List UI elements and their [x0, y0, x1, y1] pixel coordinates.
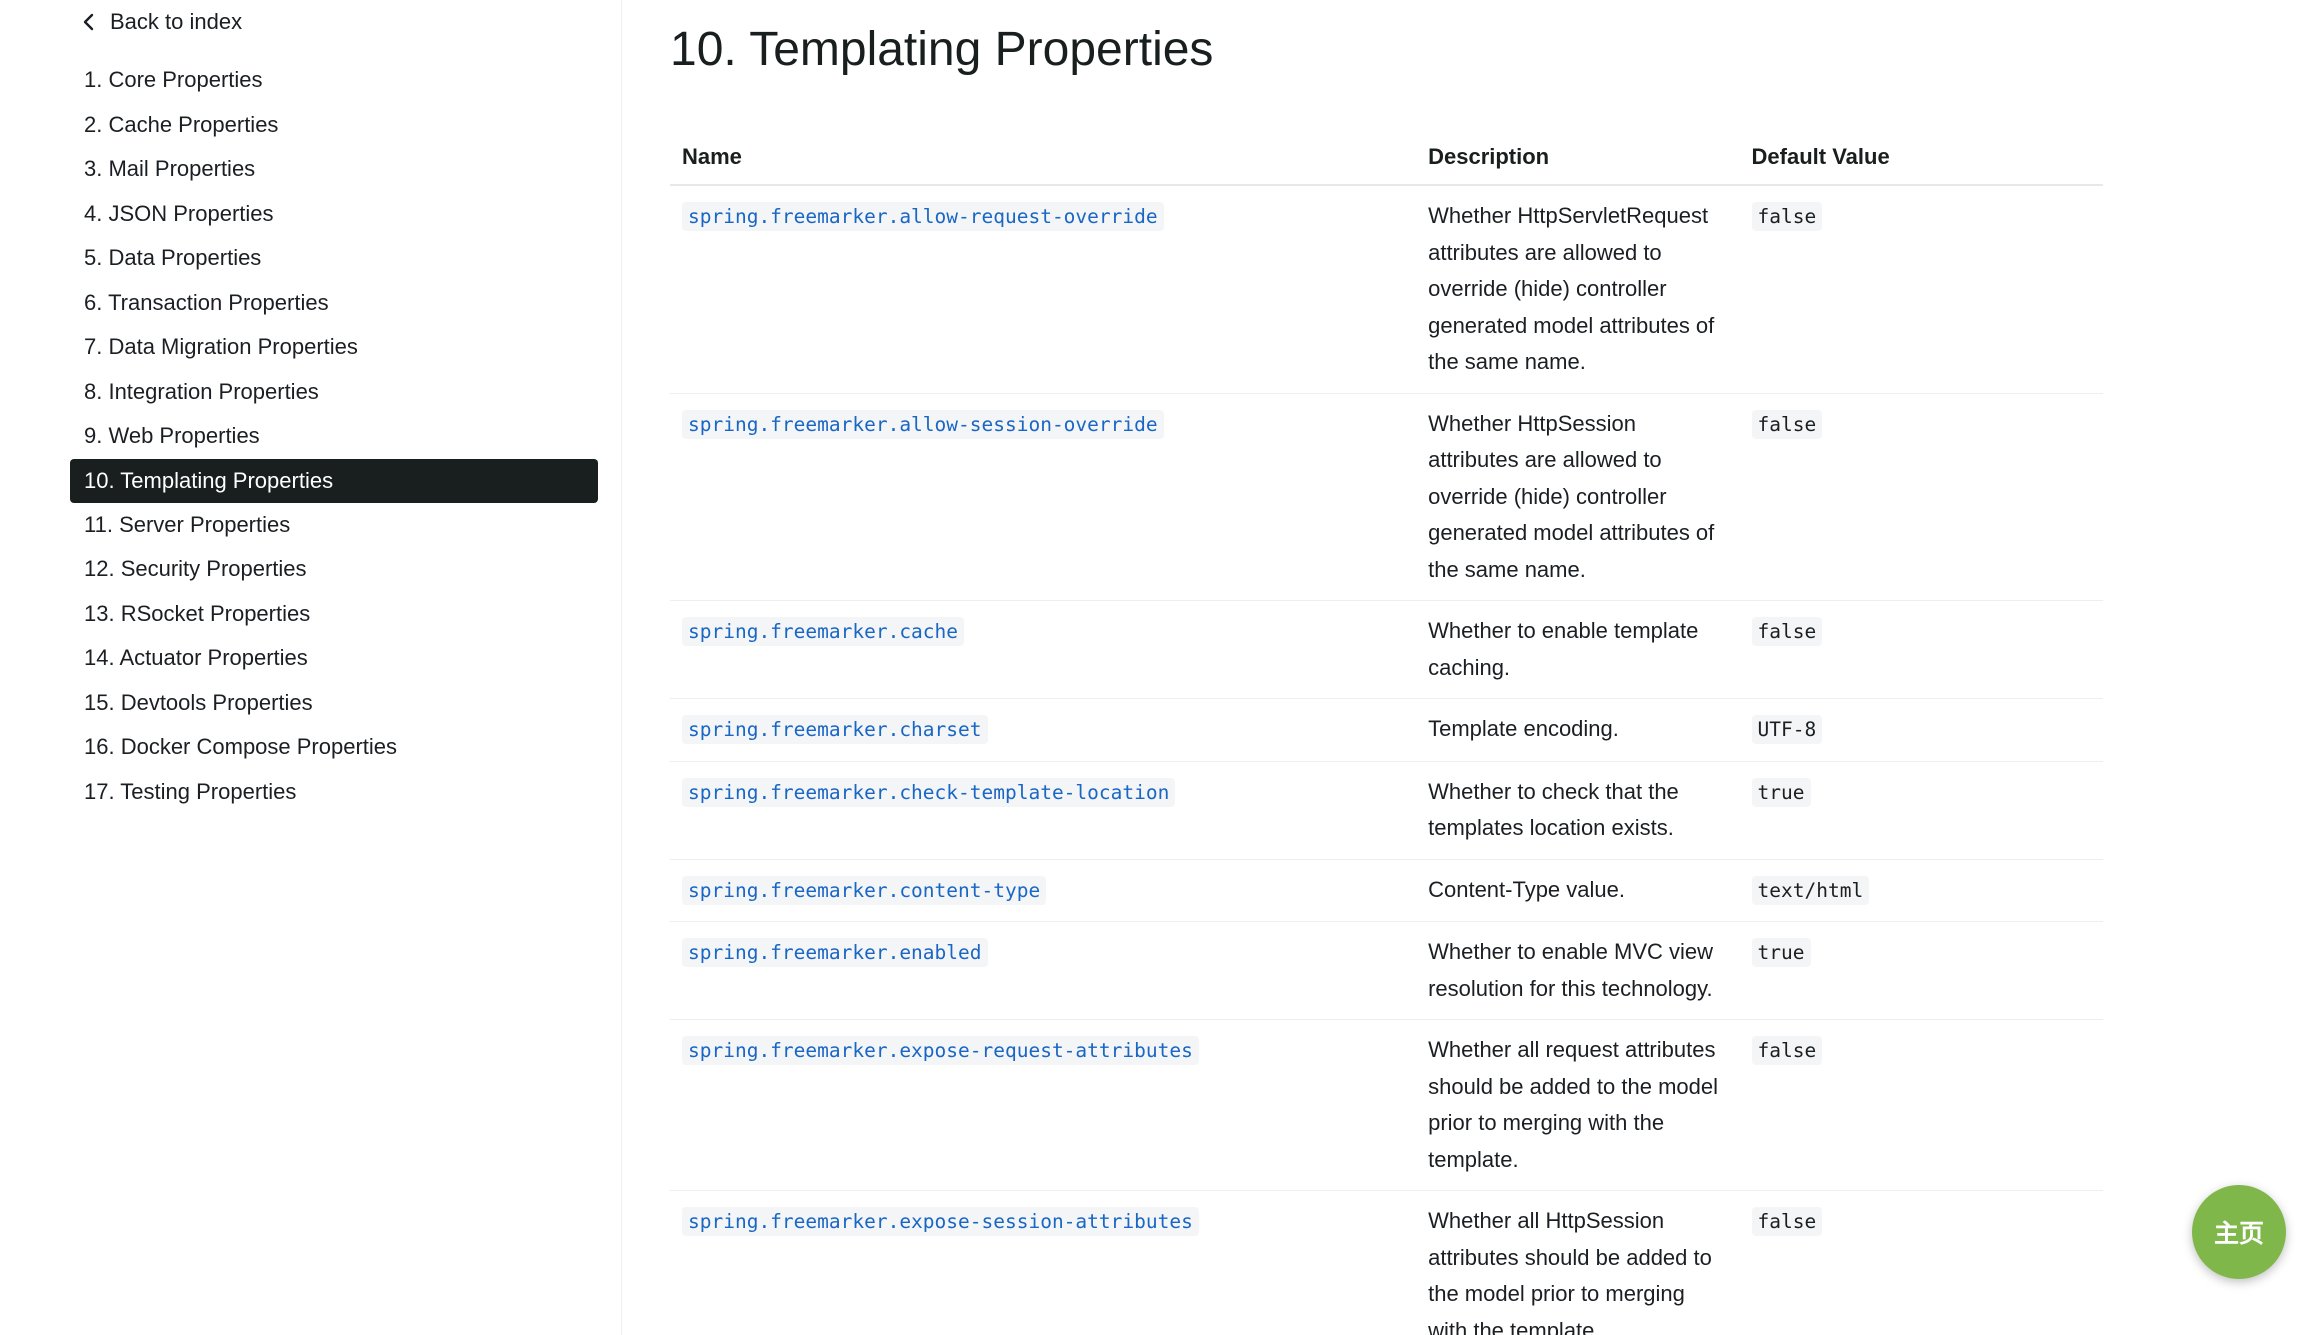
table-of-contents: 1. Core Properties 2. Cache Properties 3. …	[70, 58, 598, 814]
home-button-label: 主页	[2213, 1220, 2264, 1248]
sidebar-item[interactable]: 4. JSON Properties	[70, 192, 598, 237]
property-default-cell: text/html	[1739, 859, 2103, 922]
table-row: spring.freemarker.content-type Content-Ty…	[670, 859, 2103, 922]
property-default-value: false	[1751, 617, 1823, 646]
property-description: Content-Type value.	[1416, 859, 1740, 922]
table-row: spring.freemarker.expose-session-attribu…	[670, 1190, 2103, 1335]
property-description: Whether all HttpSession attributes shoul…	[1416, 1190, 1740, 1335]
sidebar: Back to index 1. Core Properties 2. Cache…	[0, 0, 622, 1335]
table-row: spring.freemarker.expose-request-attribu…	[670, 1019, 2103, 1191]
property-default-cell: true	[1739, 921, 2103, 1020]
sidebar-item[interactable]: 8. Integration Properties	[70, 370, 598, 415]
table-row: spring.freemarker.allow-session-override…	[670, 393, 2103, 601]
sidebar-item[interactable]: 11. Server Properties	[70, 503, 598, 548]
sidebar-item[interactable]: 15. Devtools Properties	[70, 681, 598, 726]
property-name-cell: spring.freemarker.expose-session-attribu…	[670, 1190, 1417, 1335]
properties-table: Name Description Default Value spring.fr…	[670, 130, 2103, 1335]
home-button[interactable]: 主页	[2192, 1185, 2286, 1279]
sidebar-item[interactable]: 16. Docker Compose Properties	[70, 725, 598, 770]
table-row: spring.freemarker.check-template-locatio…	[670, 761, 2103, 860]
property-default-cell: false	[1739, 393, 2103, 601]
property-name-link[interactable]: spring.freemarker.check-template-locatio…	[682, 777, 1176, 807]
sidebar-item[interactable]: 1. Core Properties	[70, 58, 598, 103]
property-name-link[interactable]: spring.freemarker.enabled	[682, 938, 988, 967]
property-description: Whether to enable MVC view resolution fo…	[1416, 921, 1740, 1020]
property-name-cell: spring.freemarker.charset	[670, 698, 1417, 762]
property-name-link[interactable]: spring.freemarker.allow-request-override	[682, 202, 1164, 231]
header-description: Description	[1416, 130, 1740, 186]
property-description: Whether all request attributes should be…	[1416, 1019, 1740, 1191]
sidebar-item[interactable]: 9. Web Properties	[70, 414, 598, 459]
property-default-cell: false	[1739, 600, 2103, 699]
property-default-value: false	[1751, 1207, 1823, 1236]
page: Back to index 1. Core Properties 2. Cache…	[0, 0, 2303, 1335]
table-row: spring.freemarker.charset Template encodi…	[670, 698, 2103, 762]
property-name-cell: spring.freemarker.content-type	[670, 859, 1417, 922]
property-default-value: UTF-8	[1751, 715, 1823, 744]
table-row: spring.freemarker.cache Whether to enable…	[670, 600, 2103, 699]
property-description: Whether to check that the templates loca…	[1416, 761, 1740, 860]
property-default-value: true	[1751, 938, 1811, 967]
property-name-cell: spring.freemarker.check-template-locatio…	[670, 761, 1417, 860]
property-name-cell: spring.freemarker.allow-session-override	[670, 393, 1417, 601]
sidebar-item[interactable]: 3. Mail Properties	[70, 147, 598, 192]
sidebar-item[interactable]: 2. Cache Properties	[70, 103, 598, 148]
property-default-cell: false	[1739, 185, 2103, 394]
property-default-cell: true	[1739, 761, 2103, 860]
property-default-value: false	[1751, 1036, 1823, 1065]
property-default-cell: false	[1739, 1190, 2103, 1335]
property-name-link[interactable]: spring.freemarker.charset	[682, 715, 988, 744]
property-default-value: false	[1751, 409, 1823, 439]
table-header-row: Name Description Default Value	[670, 130, 2103, 186]
property-default-value: true	[1751, 777, 1811, 807]
property-default-cell: UTF-8	[1739, 698, 2103, 762]
sidebar-item[interactable]: 14. Actuator Properties	[70, 636, 598, 681]
table-row: spring.freemarker.enabled Whether to enab…	[670, 921, 2103, 1020]
back-to-index-link[interactable]: Back to index	[80, 4, 242, 40]
sidebar-item[interactable]: 10. Templating Properties	[70, 458, 598, 503]
property-default-cell: false	[1739, 1019, 2103, 1191]
property-description: Whether HttpServletRequest attributes ar…	[1416, 185, 1740, 394]
chevron-left-icon	[83, 13, 94, 31]
property-name-cell: spring.freemarker.expose-request-attribu…	[670, 1019, 1417, 1191]
property-name-link[interactable]: spring.freemarker.allow-session-override	[682, 409, 1164, 439]
sidebar-item[interactable]: 17. Testing Properties	[70, 770, 598, 815]
sidebar-item[interactable]: 5. Data Properties	[70, 236, 598, 281]
sidebar-item[interactable]: 6. Transaction Properties	[70, 281, 598, 326]
sidebar-item[interactable]: 13. RSocket Properties	[70, 592, 598, 637]
property-default-value: false	[1751, 202, 1823, 231]
property-default-value: text/html	[1751, 875, 1870, 905]
sidebar-item[interactable]: 7. Data Migration Properties	[70, 325, 598, 370]
header-name: Name	[670, 130, 1417, 186]
property-name-link[interactable]: spring.freemarker.cache	[682, 617, 965, 646]
property-name-link[interactable]: spring.freemarker.expose-session-attribu…	[682, 1207, 1199, 1236]
back-to-index-label: Back to index	[110, 9, 243, 34]
property-name-link[interactable]: spring.freemarker.content-type	[682, 875, 1047, 905]
property-description: Whether to enable template caching.	[1416, 600, 1740, 699]
property-name-link[interactable]: spring.freemarker.expose-request-attribu…	[682, 1036, 1199, 1065]
property-name-cell: spring.freemarker.allow-request-override	[670, 185, 1417, 394]
table-body: spring.freemarker.allow-request-override…	[670, 185, 2103, 1335]
property-name-cell: spring.freemarker.enabled	[670, 921, 1417, 1020]
page-title: 10. Templating Properties	[670, 23, 1214, 76]
table-row: spring.freemarker.allow-request-override…	[670, 185, 2103, 394]
sidebar-item[interactable]: 12. Security Properties	[70, 547, 598, 592]
property-description: Template encoding.	[1416, 698, 1740, 762]
header-default-value: Default Value	[1739, 130, 2103, 186]
property-name-cell: spring.freemarker.cache	[670, 600, 1417, 699]
property-description: Whether HttpSession attributes are allow…	[1416, 393, 1740, 601]
